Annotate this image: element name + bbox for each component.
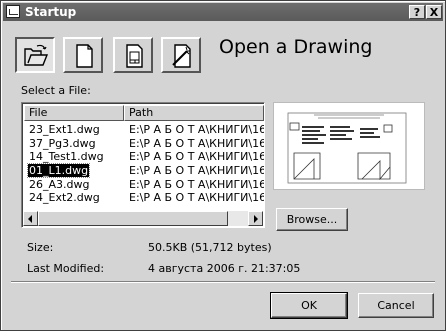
file-row[interactable]: 23_Ext1.dwg E:\Р А Б О Т А\КНИГИ\16 — [24, 123, 264, 137]
ok-button[interactable]: OK — [270, 292, 348, 319]
file-row-selected[interactable]: 01_L1.dwg E:\Р А Б О Т А\КНИГИ\16 — [24, 163, 265, 179]
file-list[interactable]: File Path 23_Ext1.dwg E:\Р А Б О Т А\КНИ… — [21, 102, 265, 228]
file-path: E:\Р А Б О Т А\КНИГИ\16 — [129, 191, 265, 205]
file-path: E:\Р А Б О Т А\КНИГИ\16 — [129, 136, 265, 150]
startup-dialog: Startup ? X Open a Drawing Select a File… — [0, 0, 446, 331]
file-name: 23_Ext1.dwg — [29, 123, 100, 136]
file-name: 01_L1.dwg — [26, 163, 91, 179]
page-heading: Open a Drawing — [219, 36, 373, 58]
list-header: File Path — [24, 105, 264, 121]
drawing-preview — [273, 102, 425, 190]
file-rows: 23_Ext1.dwg E:\Р А Б О Т А\КНИГИ\16 37_P… — [24, 123, 264, 205]
open-drawing-button[interactable] — [15, 37, 55, 73]
scroll-right-button[interactable] — [248, 211, 263, 226]
size-value: 50.5KB (51,712 bytes) — [148, 241, 272, 254]
open-folder-icon — [24, 44, 49, 66]
file-path: E:\Р А Б О Т А\КНИГИ\16 — [129, 177, 265, 191]
column-header-path[interactable]: Path — [124, 105, 264, 121]
size-label: Size: — [27, 241, 54, 254]
separator — [11, 281, 435, 283]
file-path: E:\Р А Б О Т А\КНИГИ\16 — [129, 164, 265, 178]
window-title: Startup — [25, 5, 77, 19]
cancel-button[interactable]: Cancel — [358, 293, 434, 318]
select-file-label: Select a File: — [21, 84, 91, 97]
file-row[interactable]: 37_Pg3.dwg E:\Р А Б О Т А\КНИГИ\16 — [24, 137, 264, 151]
start-from-scratch-button[interactable] — [63, 37, 103, 73]
drawing-thumbnail-image — [287, 112, 407, 184]
blank-page-icon — [76, 44, 93, 68]
use-wizard-button[interactable] — [161, 37, 201, 73]
file-name: 14_Test1.dwg — [29, 150, 104, 164]
scroll-thumb[interactable] — [38, 211, 228, 226]
file-row[interactable]: 26_A3.dwg E:\Р А Б О Т А\КНИГИ\16 — [24, 178, 264, 192]
file-path: E:\Р А Б О Т А\КНИГИ\16 — [129, 150, 265, 164]
last-modified-label: Last Modified: — [27, 262, 105, 275]
arrow-left-icon — [28, 215, 32, 223]
column-header-file[interactable]: File — [24, 105, 124, 121]
horizontal-scrollbar[interactable] — [23, 211, 263, 226]
template-page-icon — [126, 44, 143, 68]
help-button[interactable]: ? — [409, 5, 425, 19]
use-template-button[interactable] — [113, 37, 153, 73]
file-name: 26_A3.dwg — [29, 177, 90, 191]
file-name: 24_Ext2.dwg — [29, 191, 100, 205]
scroll-left-button[interactable] — [23, 211, 38, 226]
file-row[interactable]: 24_Ext2.dwg E:\Р А Б О Т А\КНИГИ\16 — [24, 191, 264, 205]
title-bar[interactable]: Startup ? X — [3, 3, 443, 21]
wizard-icon — [172, 44, 191, 68]
file-name: 37_Pg3.dwg — [29, 136, 96, 150]
app-icon — [6, 5, 20, 18]
last-modified-value: 4 августа 2006 г. 21:37:05 — [148, 262, 301, 275]
file-path: E:\Р А Б О Т А\КНИГИ\16 — [129, 123, 265, 136]
file-row[interactable]: 14_Test1.dwg E:\Р А Б О Т А\КНИГИ\16 — [24, 150, 264, 164]
close-button[interactable]: X — [426, 5, 442, 19]
browse-button[interactable]: Browse... — [276, 208, 348, 231]
arrow-right-icon — [254, 215, 258, 223]
